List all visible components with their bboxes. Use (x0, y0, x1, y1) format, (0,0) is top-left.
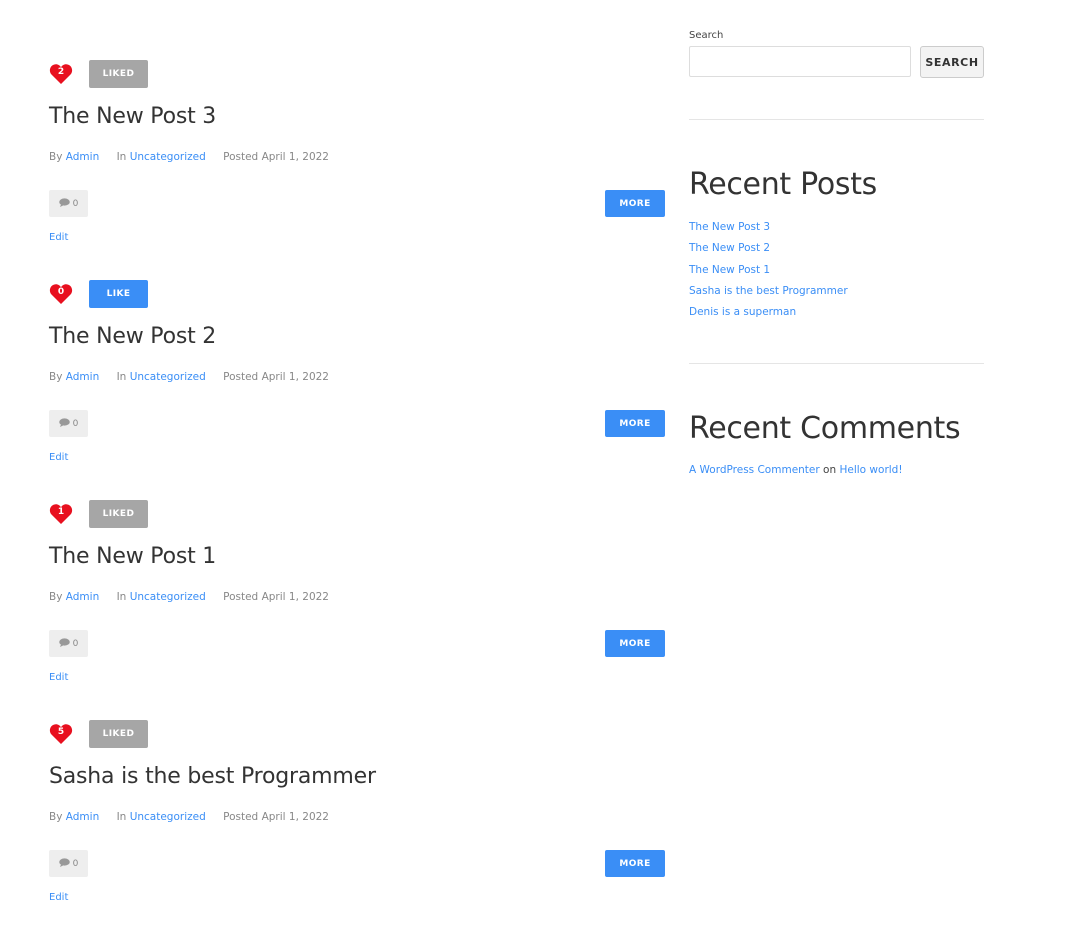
author-link[interactable]: Admin (66, 811, 99, 823)
like-count: 2 (57, 67, 65, 77)
liked-button[interactable]: LIKED (89, 500, 148, 528)
comment-author-link[interactable]: A WordPress Commenter (689, 464, 820, 476)
search-button[interactable]: SEARCH (920, 46, 984, 78)
in-label: In (116, 591, 127, 603)
like-count: 1 (57, 507, 65, 517)
recent-post-link[interactable]: Sasha is the best Programmer (689, 285, 848, 297)
posted-label: Posted (223, 591, 259, 603)
comment-count: 0 (72, 198, 79, 209)
post-meta: By Admin In Uncategorized Posted April 1… (49, 591, 329, 603)
heart-icon[interactable]: 5 (49, 723, 73, 745)
like-row: 1 LIKED (49, 500, 148, 528)
heart-icon[interactable]: 0 (49, 283, 73, 305)
post-meta: By Admin In Uncategorized Posted April 1… (49, 371, 329, 383)
post-title[interactable]: The New Post 2 (49, 324, 216, 349)
by-label: By (49, 591, 63, 603)
liked-button[interactable]: LIKED (89, 60, 148, 88)
post-date: April 1, 2022 (261, 591, 329, 603)
search-label: Search (689, 30, 724, 41)
divider (689, 119, 984, 120)
by-label: By (49, 811, 63, 823)
more-button[interactable]: MORE (605, 630, 665, 657)
comment-bubble-icon (58, 417, 70, 430)
more-button[interactable]: MORE (605, 190, 665, 217)
category-link[interactable]: Uncategorized (130, 371, 206, 383)
edit-link[interactable]: Edit (49, 672, 68, 683)
like-button[interactable]: LIKE (89, 280, 148, 308)
list-item: Sasha is the best Programmer (689, 285, 848, 306)
posted-label: Posted (223, 811, 259, 823)
category-link[interactable]: Uncategorized (130, 151, 206, 163)
post-title[interactable]: Sasha is the best Programmer (49, 764, 376, 789)
post-meta: By Admin In Uncategorized Posted April 1… (49, 811, 329, 823)
author-link[interactable]: Admin (66, 591, 99, 603)
author-link[interactable]: Admin (66, 371, 99, 383)
like-row: 2 LIKED (49, 60, 148, 88)
on-label: on (823, 464, 837, 476)
comments-count-button[interactable]: 0 (49, 190, 88, 217)
by-label: By (49, 371, 63, 383)
recent-posts-list: The New Post 3 The New Post 2 The New Po… (689, 221, 848, 327)
post-title[interactable]: The New Post 3 (49, 104, 216, 129)
comment-count: 0 (72, 638, 79, 649)
list-item: Denis is a superman (689, 306, 848, 327)
liked-button[interactable]: LIKED (89, 720, 148, 748)
by-label: By (49, 151, 63, 163)
comment-bubble-icon (58, 857, 70, 870)
recent-posts-title: Recent Posts (689, 167, 878, 202)
comments-count-button[interactable]: 0 (49, 410, 88, 437)
like-row: 5 LIKED (49, 720, 148, 748)
recent-post-link[interactable]: Denis is a superman (689, 306, 796, 318)
recent-post-link[interactable]: The New Post 1 (689, 264, 770, 276)
recent-comment-item: A WordPress Commenter on Hello world! (689, 464, 903, 476)
post-date: April 1, 2022 (261, 151, 329, 163)
comment-count: 0 (72, 418, 79, 429)
posted-label: Posted (223, 151, 259, 163)
comment-post-link[interactable]: Hello world! (839, 464, 902, 476)
recent-post-link[interactable]: The New Post 2 (689, 242, 770, 254)
like-count: 5 (57, 727, 65, 737)
in-label: In (116, 371, 127, 383)
comment-bubble-icon (58, 637, 70, 650)
like-count: 0 (57, 287, 65, 297)
more-button[interactable]: MORE (605, 410, 665, 437)
like-row: 0 LIKE (49, 280, 148, 308)
divider (689, 363, 984, 364)
comments-count-button[interactable]: 0 (49, 850, 88, 877)
more-button[interactable]: MORE (605, 850, 665, 877)
post-date: April 1, 2022 (261, 811, 329, 823)
list-item: The New Post 1 (689, 264, 848, 285)
author-link[interactable]: Admin (66, 151, 99, 163)
post-item: 5 LIKED Sasha is the best Programmer By … (49, 720, 665, 940)
post-item: 0 LIKE The New Post 2 By Admin In Uncate… (49, 280, 665, 500)
post-item: 1 LIKED The New Post 1 By Admin In Uncat… (49, 500, 665, 720)
post-title[interactable]: The New Post 1 (49, 544, 216, 569)
comment-count: 0 (72, 858, 79, 869)
search-input[interactable] (689, 46, 911, 77)
edit-link[interactable]: Edit (49, 232, 68, 243)
post-date: April 1, 2022 (261, 371, 329, 383)
in-label: In (116, 811, 127, 823)
comment-bubble-icon (58, 197, 70, 210)
in-label: In (116, 151, 127, 163)
posted-label: Posted (223, 371, 259, 383)
recent-comments-title: Recent Comments (689, 411, 961, 446)
comments-count-button[interactable]: 0 (49, 630, 88, 657)
edit-link[interactable]: Edit (49, 452, 68, 463)
post-item: 2 LIKED The New Post 3 By Admin In Uncat… (49, 60, 665, 280)
heart-icon[interactable]: 1 (49, 503, 73, 525)
category-link[interactable]: Uncategorized (130, 591, 206, 603)
heart-icon[interactable]: 2 (49, 63, 73, 85)
list-item: The New Post 3 (689, 221, 848, 242)
category-link[interactable]: Uncategorized (130, 811, 206, 823)
recent-post-link[interactable]: The New Post 3 (689, 221, 770, 233)
post-meta: By Admin In Uncategorized Posted April 1… (49, 151, 329, 163)
list-item: The New Post 2 (689, 242, 848, 263)
